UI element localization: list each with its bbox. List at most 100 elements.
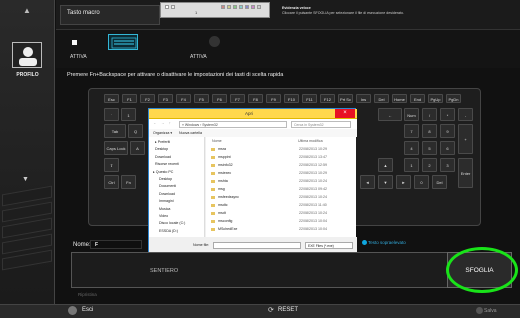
swatch[interactable]	[221, 5, 225, 9]
new-folder-button[interactable]: Nuova cartella	[179, 131, 202, 135]
nav-item[interactable]: Download	[159, 192, 175, 196]
file-type-select[interactable]: EXE Files (*.exe)	[305, 242, 353, 249]
key-19[interactable]: PgDn	[446, 94, 461, 103]
nav-item[interactable]: Desktop	[159, 177, 172, 181]
key-num8[interactable]: 8	[422, 124, 437, 138]
key-num7[interactable]: 7	[404, 124, 419, 138]
reset-icon[interactable]: ⟳	[268, 306, 274, 314]
key-ctrl[interactable]: Ctrl	[104, 175, 119, 189]
save-button[interactable]: Salva	[484, 308, 497, 314]
key-minus[interactable]: -	[458, 108, 473, 121]
nav-item[interactable]: ESSDA (D:)	[159, 229, 178, 233]
key-capslock[interactable]: Caps Lock	[104, 141, 128, 155]
key-12[interactable]: F12	[320, 94, 335, 103]
up-arrow-icon[interactable]: ↑	[169, 121, 171, 125]
text-option-radio[interactable]	[362, 240, 367, 245]
keyboard-mode-icon[interactable]	[108, 34, 138, 50]
key-18[interactable]: PgUp	[428, 94, 443, 103]
key-shift[interactable]: ⇧	[104, 158, 119, 172]
nav-item[interactable]: Download	[155, 155, 171, 159]
key-6[interactable]: F6	[212, 94, 227, 103]
key-1[interactable]: F1	[122, 94, 137, 103]
macro-key-tab[interactable]: Tasto macro	[60, 5, 160, 25]
name-field[interactable]: F	[90, 240, 142, 249]
address-bar[interactable]: « Windows › System32	[179, 121, 287, 128]
key-8[interactable]: F8	[248, 94, 263, 103]
key-1[interactable]: 1	[121, 108, 136, 121]
activate-checkbox[interactable]	[72, 40, 77, 45]
key-numlock[interactable]: Num Lk	[404, 108, 419, 131]
key-num0[interactable]: 0	[414, 175, 429, 189]
reset-button[interactable]: RESET	[278, 307, 298, 313]
nav-item[interactable]: ▸ Preferiti	[155, 140, 170, 144]
key-backtick[interactable]: `	[104, 108, 119, 121]
key-multiply[interactable]: *	[440, 108, 455, 121]
key-q[interactable]: Q	[128, 124, 143, 138]
key-del[interactable]: Del	[432, 175, 447, 189]
key-num6[interactable]: 6	[440, 141, 455, 155]
color-swatches[interactable]	[160, 2, 270, 18]
forward-arrow-icon[interactable]: →	[161, 121, 165, 125]
key-0[interactable]: Esc	[104, 94, 119, 103]
organize-button[interactable]: Organizza ▾	[153, 131, 172, 135]
file-name[interactable]: msinfo32	[218, 163, 233, 167]
file-name[interactable]: msiexec	[218, 171, 231, 175]
file-name[interactable]: msdtc	[218, 203, 228, 207]
key-num1[interactable]: 1	[404, 158, 419, 172]
nav-item[interactable]: Immagini	[159, 199, 174, 203]
nav-item[interactable]: Desktop	[155, 147, 168, 151]
key-16[interactable]: Home	[392, 94, 407, 103]
filename-input[interactable]	[213, 242, 301, 249]
key-divide[interactable]: /	[422, 108, 437, 121]
scroll-up-icon[interactable]: ▲	[18, 6, 36, 16]
nav-item[interactable]: Disco locale (C:)	[159, 221, 185, 225]
key-right[interactable]: ►	[396, 175, 411, 189]
swatch[interactable]	[251, 5, 255, 9]
file-name[interactable]: MSchedExe	[218, 227, 237, 231]
key-5[interactable]: F5	[194, 94, 209, 103]
key-13[interactable]: Prt Sc	[338, 94, 353, 103]
nav-item[interactable]: ▸ Questo PC	[153, 170, 173, 174]
swatch[interactable]	[165, 5, 169, 9]
swatch[interactable]	[245, 5, 249, 9]
exit-icon[interactable]	[68, 306, 77, 315]
swatch[interactable]	[233, 5, 237, 9]
key-up[interactable]: ▲	[378, 158, 393, 172]
file-name[interactable]: msg	[218, 187, 225, 191]
key-11[interactable]: F11	[302, 94, 317, 103]
key-num4[interactable]: 4	[404, 141, 419, 155]
key-a[interactable]: A	[130, 141, 145, 155]
back-arrow-icon[interactable]: ←	[153, 121, 157, 125]
nav-item[interactable]: Musica	[159, 207, 170, 211]
key-14[interactable]: Ins	[356, 94, 371, 103]
key-left[interactable]: ◄	[360, 175, 375, 189]
key-num5[interactable]: 5	[422, 141, 437, 155]
search-input[interactable]: Cerca in System32	[291, 121, 351, 128]
swatch[interactable]	[257, 5, 261, 9]
file-name[interactable]: msdt	[218, 211, 226, 215]
file-name[interactable]: msfeedssync	[218, 195, 239, 199]
key-10[interactable]: F10	[284, 94, 299, 103]
key-fn[interactable]: Fn	[121, 175, 136, 189]
column-modified[interactable]: Ultima modifica	[298, 139, 323, 143]
key-enter[interactable]: Enter	[458, 158, 473, 188]
file-name[interactable]: msra	[218, 147, 226, 151]
mouse-icon[interactable]	[209, 36, 220, 47]
key-2[interactable]: F2	[140, 94, 155, 103]
scroll-down-icon[interactable]: ▼	[22, 176, 29, 183]
key-num3[interactable]: 3	[440, 158, 455, 172]
key-17[interactable]: End	[410, 94, 425, 103]
file-name[interactable]: msconfig	[218, 219, 232, 223]
key-plus[interactable]: +	[458, 124, 473, 154]
key-3[interactable]: F3	[158, 94, 173, 103]
key-7[interactable]: F7	[230, 94, 245, 103]
swatch[interactable]	[227, 5, 231, 9]
save-icon[interactable]	[476, 307, 483, 314]
key-backspace[interactable]: ←	[378, 108, 402, 121]
key-9[interactable]: F9	[266, 94, 281, 103]
key-15[interactable]: Del	[374, 94, 389, 103]
key-num9[interactable]: 9	[440, 124, 455, 138]
key-num2[interactable]: 2	[422, 158, 437, 172]
profile-button[interactable]	[12, 42, 42, 68]
nav-item[interactable]: Documenti	[159, 184, 176, 188]
